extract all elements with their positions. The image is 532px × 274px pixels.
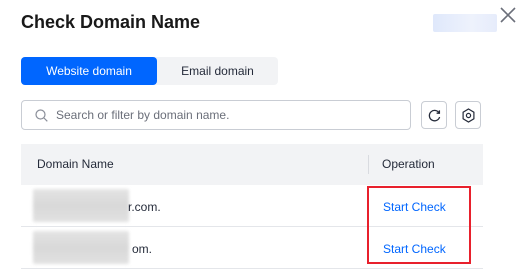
domain-name-text: r.com. [128,200,161,214]
tab-website-domain[interactable]: Website domain [21,57,157,85]
table-row: om. Start Check [21,227,483,269]
search-input[interactable] [56,101,404,129]
close-icon[interactable] [498,5,518,25]
dialog-title: Check Domain Name [21,12,201,32]
gear-icon [462,108,475,123]
redacted-domain [33,189,129,222]
start-check-link[interactable]: Start Check [383,200,446,214]
domain-name-text: om. [132,242,153,256]
refresh-icon [428,109,441,122]
column-header-operation: Operation [382,157,435,171]
column-header-domain-name: Domain Name [37,157,114,171]
table-row: r.com. Start Check [21,185,483,227]
refresh-button[interactable] [421,101,447,129]
search-box [21,100,411,130]
settings-button[interactable] [455,101,481,129]
table-header: Domain Name Operation [21,144,483,185]
column-divider [368,155,369,174]
start-check-link[interactable]: Start Check [383,242,446,256]
redacted-region [433,14,497,32]
redacted-domain [33,231,129,264]
search-icon [35,109,48,122]
domain-type-tabs: Website domain Email domain [21,57,278,85]
tab-email-domain[interactable]: Email domain [157,57,278,85]
domain-table: Domain Name Operation r.com. Start Check… [21,144,483,269]
